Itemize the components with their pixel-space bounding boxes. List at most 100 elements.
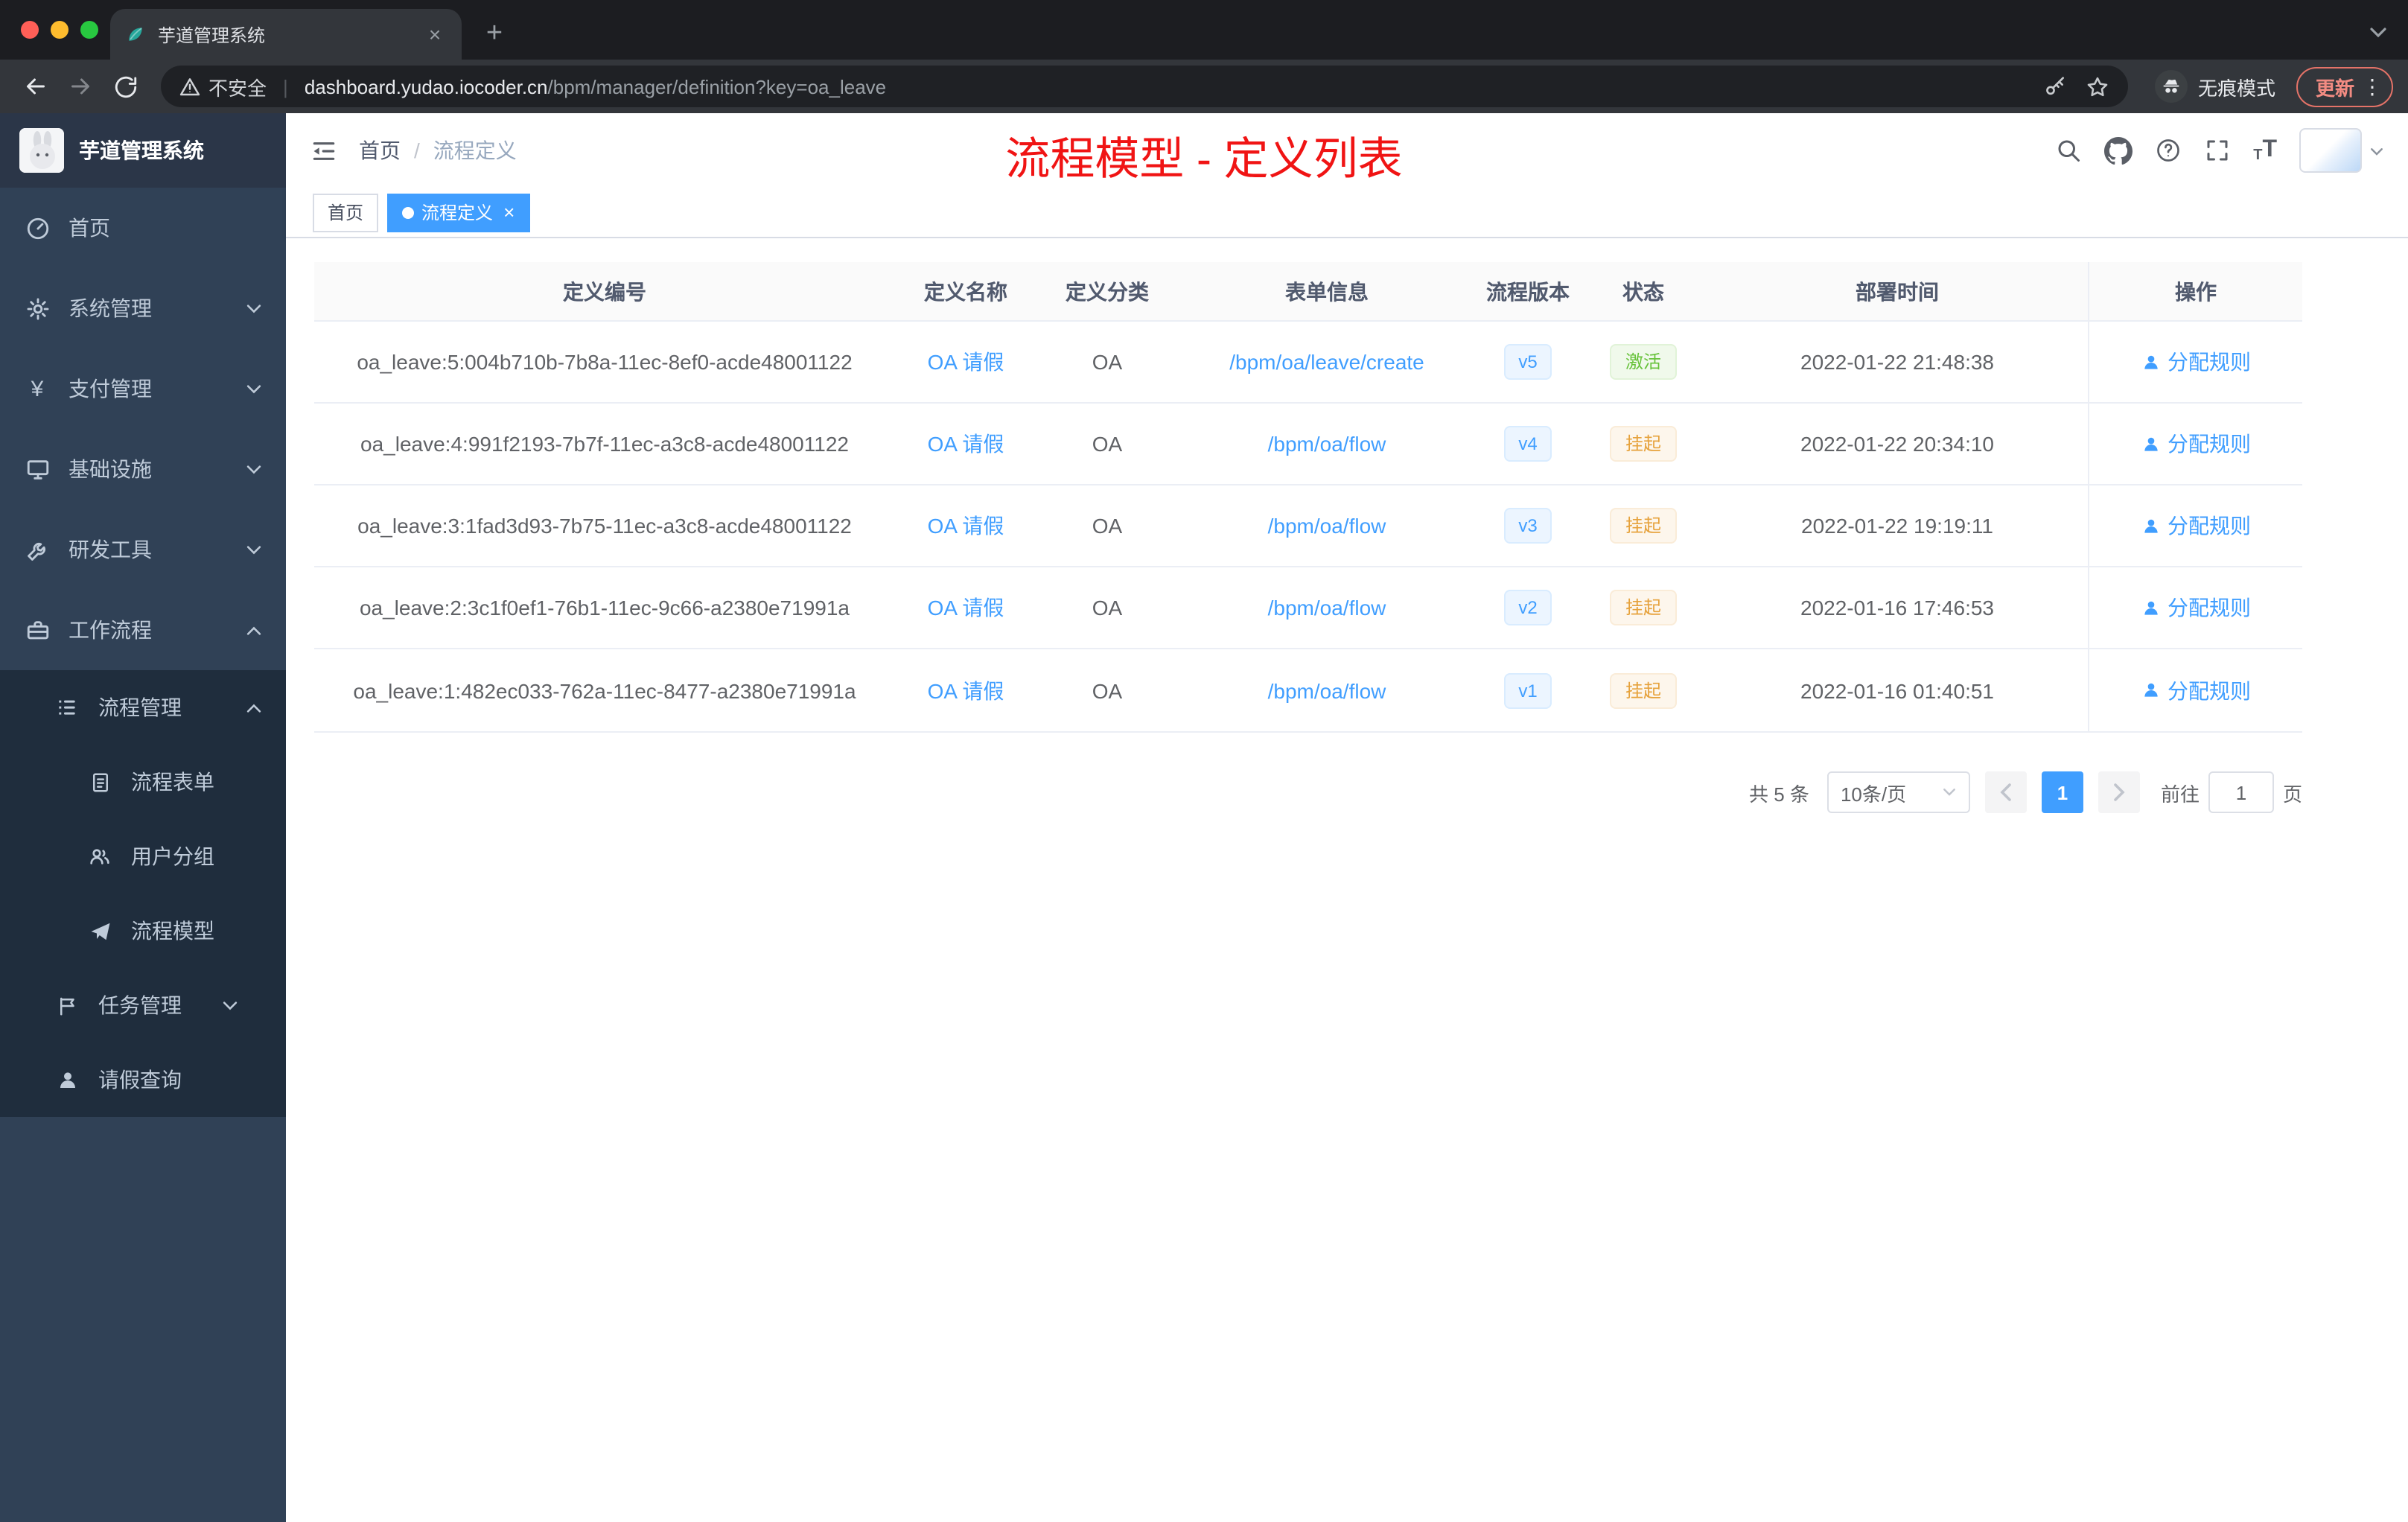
sidebar-item-infrastructure[interactable]: 基础设施 <box>0 429 286 509</box>
tag-home[interactable]: 首页 <box>313 193 379 232</box>
active-dot <box>402 206 415 218</box>
app-navbar: 首页 / 流程定义 TT <box>286 113 2408 188</box>
help-icon[interactable] <box>2155 137 2182 164</box>
status-cell: 挂起 <box>1580 672 1707 708</box>
sidebar-item-process-form[interactable]: 流程表单 <box>0 745 286 819</box>
font-size-icon[interactable]: TT <box>2253 137 2277 164</box>
goto-page-input[interactable] <box>2208 771 2274 813</box>
version-badge: v1 <box>1503 672 1552 708</box>
form-info-cell: /bpm/oa/leave/create <box>1178 350 1476 374</box>
sidebar-logo[interactable]: 芋道管理系统 <box>0 113 286 188</box>
version-cell: v5 <box>1476 344 1580 380</box>
paper-plane-icon <box>86 920 113 942</box>
sidebar-item-label: 流程模型 <box>131 919 214 943</box>
assign-rule-link[interactable]: 分配规则 <box>2141 675 2251 705</box>
table-row: oa_leave:4:991f2193-7b7f-11ec-a3c8-acde4… <box>314 404 2302 485</box>
breadcrumb: 首页 / 流程定义 <box>359 136 517 165</box>
briefcase-icon <box>24 617 51 643</box>
definition-id-cell: oa_leave:1:482ec033-762a-11ec-8477-a2380… <box>353 678 856 702</box>
assign-rule-link[interactable]: 分配规则 <box>2141 347 2251 377</box>
sidebar-item-leave-query[interactable]: 请假查询 <box>0 1042 286 1117</box>
sidebar-item-label: 首页 <box>69 216 110 240</box>
omnibox-divider: | <box>283 75 288 98</box>
page-number-button[interactable]: 1 <box>2041 771 2083 813</box>
definition-id-cell: oa_leave:4:991f2193-7b7f-11ec-a3c8-acde4… <box>360 432 849 456</box>
tab-search-chevron-icon[interactable] <box>2369 19 2387 46</box>
gear-icon <box>24 296 51 321</box>
forward-button[interactable] <box>60 66 101 107</box>
search-button[interactable] <box>2055 137 2082 164</box>
table-body: oa_leave:5:004b710b-7b8a-11ec-8ef0-acde4… <box>314 322 2302 731</box>
definition-name-link[interactable]: OA 请假 <box>928 675 1004 705</box>
form-link[interactable]: /bpm/oa/flow <box>1268 596 1386 620</box>
bookmark-star-button[interactable] <box>2085 74 2110 99</box>
fullscreen-icon[interactable] <box>2204 137 2231 164</box>
form-link[interactable]: /bpm/oa/flow <box>1268 514 1386 538</box>
person-icon <box>2141 598 2160 617</box>
sidebar-item-process-management[interactable]: 流程管理 <box>0 670 286 745</box>
version-cell: v2 <box>1476 590 1580 625</box>
form-info-cell: /bpm/oa/flow <box>1178 596 1476 620</box>
status-badge: 挂起 <box>1610 426 1676 462</box>
zoom-window-button[interactable] <box>80 21 98 39</box>
back-button[interactable] <box>15 66 57 107</box>
column-header: 定义分类 <box>1066 279 1149 303</box>
sidebar-item-label: 用户分组 <box>131 844 214 868</box>
window-controls <box>21 0 98 60</box>
definition-name-link[interactable]: OA 请假 <box>928 429 1004 459</box>
definition-name-cell: OA 请假 <box>895 593 1036 623</box>
chrome-update-button[interactable]: 更新 ⋮ <box>2296 66 2393 106</box>
definition-name-link[interactable]: OA 请假 <box>928 511 1004 541</box>
tag-label: 首页 <box>328 203 364 223</box>
assign-rule-link[interactable]: 分配规则 <box>2141 429 2251 459</box>
sidebar-item-home[interactable]: 首页 <box>0 188 286 268</box>
version-badge: v2 <box>1503 590 1552 625</box>
sidebar-item-workflow[interactable]: 工作流程 <box>0 590 286 670</box>
person-icon <box>54 1069 80 1091</box>
tag-close-icon[interactable]: × <box>503 203 515 222</box>
sidebar-item-user-group[interactable]: 用户分组 <box>0 819 286 894</box>
sidebar-item-system[interactable]: 系统管理 <box>0 268 286 348</box>
assign-rule-link[interactable]: 分配规则 <box>2141 593 2251 623</box>
new-tab-button[interactable]: + <box>474 13 515 55</box>
chevron-up-icon <box>246 625 262 635</box>
page-size-select[interactable]: 10条/页 <box>1826 771 1970 813</box>
browser-tab[interactable]: 芋道管理系统 × <box>110 9 462 60</box>
minimize-window-button[interactable] <box>51 21 69 39</box>
caret-down-icon <box>2369 137 2384 164</box>
sidebar-fold-icon[interactable] <box>310 136 338 165</box>
github-icon[interactable] <box>2104 136 2133 165</box>
sidebar-menu: 首页 系统管理 ¥ 支付管理 基础设施 研发工具 工作流程 流程管理 流程表单 … <box>0 188 286 1117</box>
tag-process-definition[interactable]: 流程定义 × <box>387 193 530 232</box>
incognito-icon <box>2154 70 2188 103</box>
form-link[interactable]: /bpm/oa/leave/create <box>1229 350 1424 374</box>
browser-tab-strip: 芋道管理系统 × + <box>0 0 2408 60</box>
definition-name-cell: OA 请假 <box>895 429 1036 459</box>
sidebar-item-process-model[interactable]: 流程模型 <box>0 894 286 968</box>
incognito-label: 无痕模式 <box>2197 77 2275 99</box>
user-avatar-menu[interactable] <box>2299 128 2384 173</box>
definition-name-link[interactable]: OA 请假 <box>928 347 1004 377</box>
reload-button[interactable] <box>104 66 146 107</box>
browser-menu-icon[interactable]: ⋮ <box>2362 76 2383 97</box>
column-header: 操作 <box>2088 262 2302 320</box>
sidebar-item-payment[interactable]: ¥ 支付管理 <box>0 348 286 429</box>
wrench-icon <box>24 537 51 562</box>
assign-rule-link[interactable]: 分配规则 <box>2141 511 2251 541</box>
tab-close-icon[interactable]: × <box>423 22 447 46</box>
close-window-button[interactable] <box>21 21 39 39</box>
table-row: oa_leave:3:1fad3d93-7b75-11ec-a3c8-acde4… <box>314 485 2302 567</box>
security-warning[interactable]: 不安全 <box>179 72 267 101</box>
prev-page-button[interactable] <box>1984 771 2027 813</box>
sidebar-item-devtools[interactable]: 研发工具 <box>0 509 286 590</box>
definition-name-link[interactable]: OA 请假 <box>928 593 1004 623</box>
form-link[interactable]: /bpm/oa/flow <box>1268 432 1386 456</box>
address-bar[interactable]: 不安全 | dashboard.yudao.iocoder.cn/bpm/man… <box>161 66 2128 107</box>
total-count: 共 5 条 <box>1749 783 1809 805</box>
next-page-button[interactable] <box>2098 771 2140 813</box>
breadcrumb-home[interactable]: 首页 <box>359 136 401 165</box>
sidebar-item-task-management[interactable]: 任务管理 <box>0 968 286 1042</box>
password-key-button[interactable] <box>2043 74 2067 98</box>
form-link[interactable]: /bpm/oa/flow <box>1268 678 1386 702</box>
main-area: 首页 / 流程定义 TT 首页 流程定义 × 定义编号 定义名称 定义分类 表单… <box>286 113 2408 1522</box>
